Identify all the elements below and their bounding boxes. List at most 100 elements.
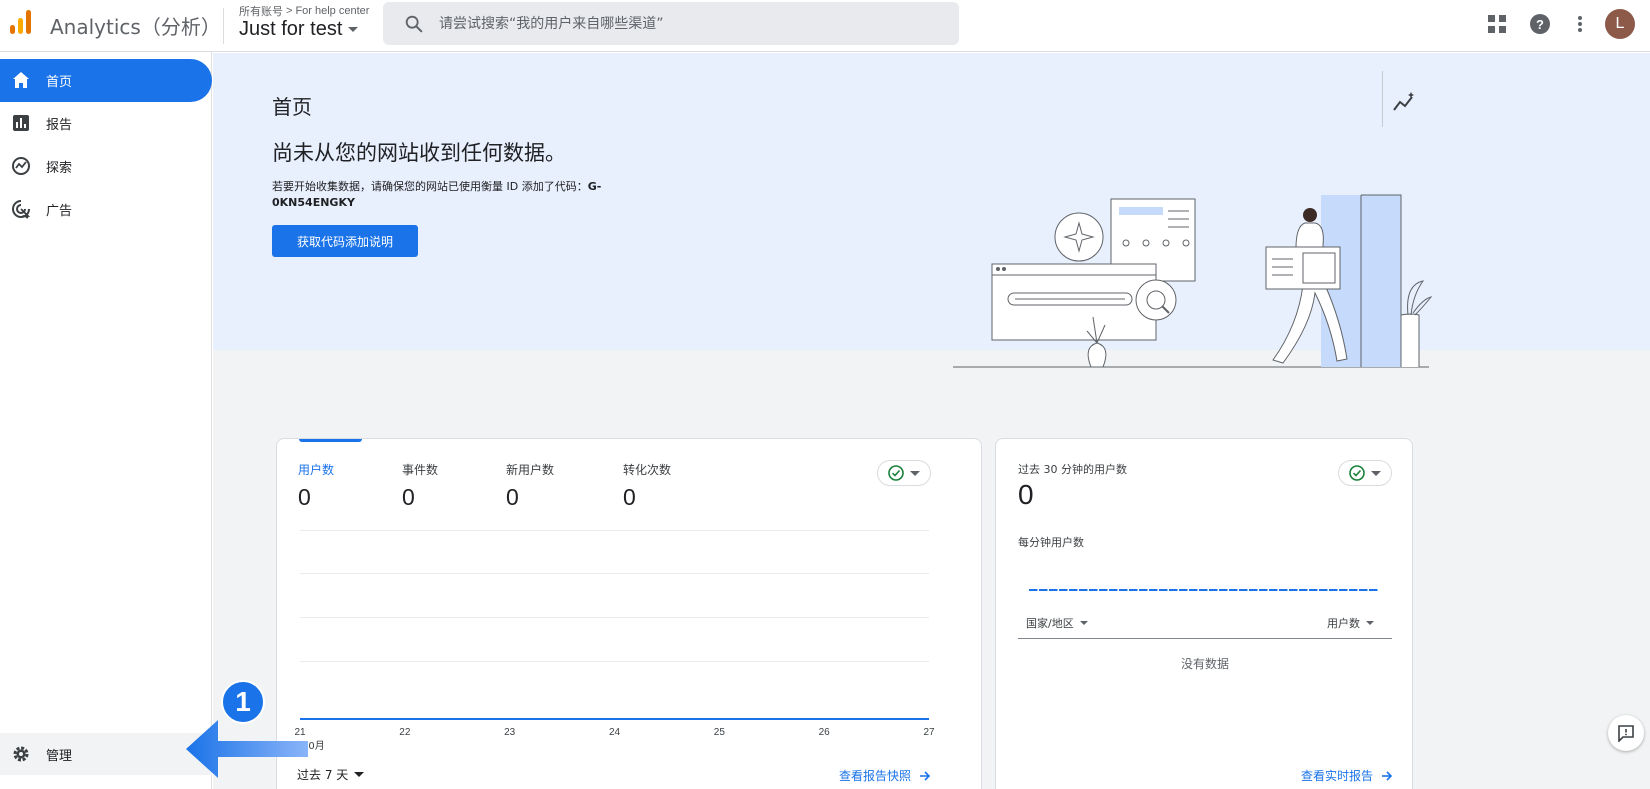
view-realtime-report-link[interactable]: 查看实时报告 xyxy=(1301,767,1393,784)
apps-grid-icon xyxy=(1488,15,1506,33)
hero-heading: 尚未从您的网站收到任何数据。 xyxy=(272,141,566,165)
empty-state-text: 没有数据 xyxy=(1180,657,1229,671)
home-icon xyxy=(13,72,29,88)
metric-label: 转化次数 xyxy=(623,463,672,477)
step-number-badge: 1 xyxy=(221,680,265,724)
x-axis-tick-label: 24 xyxy=(608,727,621,738)
search-icon xyxy=(405,15,423,33)
get-tag-instructions-button[interactable]: 获取代码添加说明 xyxy=(272,225,418,257)
help-button[interactable]: ? xyxy=(1526,10,1554,38)
insights-icon[interactable] xyxy=(1391,90,1417,116)
active-tab-indicator xyxy=(299,439,362,442)
chevron-down-icon xyxy=(1079,621,1088,625)
metric-tab-conversions[interactable]: 转化次数 0 xyxy=(623,461,671,511)
svg-text:?: ? xyxy=(1536,17,1544,32)
chevron-down-icon xyxy=(348,27,359,32)
page-title: 首页 xyxy=(272,95,312,119)
pointer-arrow-icon xyxy=(186,720,308,778)
feedback-button[interactable] xyxy=(1608,715,1644,751)
hero-banner: 首页 尚未从您的网站收到任何数据。 若要开始收集数据，请确保您的网站已使用衡量 … xyxy=(213,53,1650,368)
chevron-down-icon xyxy=(1371,470,1381,476)
analytics-logo-icon[interactable] xyxy=(8,9,34,35)
metric-value: 0 xyxy=(402,484,415,510)
more-vert-icon xyxy=(1578,16,1582,32)
per-minute-bar-chart xyxy=(1029,589,1379,591)
x-axis-tick-label: 25 xyxy=(713,727,725,738)
gear-icon xyxy=(13,746,29,762)
realtime-value: 0 xyxy=(1018,479,1034,510)
sidebar-item-label: 首页 xyxy=(46,75,73,90)
overview-card: 用户数 0 事件数 0 新用户数 0 转化次数 0 21 22 23 24 25… xyxy=(276,438,982,789)
view-report-snapshot-link[interactable]: 查看报告快照 xyxy=(839,767,931,784)
column-label: 用户数 xyxy=(1327,617,1360,630)
sidebar: 首页 报告 探索 广告 管理 xyxy=(0,52,212,789)
x-axis-tick-label: 26 xyxy=(818,727,830,738)
sidebar-item-reports[interactable]: 报告 xyxy=(0,102,212,145)
sidebar-item-label: 广告 xyxy=(46,204,73,219)
more-options-button[interactable] xyxy=(1566,10,1594,38)
chart-gridline xyxy=(300,661,929,662)
hero-description-text: 若要开始收集数据，请确保您的网站已使用衡量 ID 添加了代码： xyxy=(272,180,588,193)
property-selector[interactable]: Just for test xyxy=(239,18,359,41)
column-header-users[interactable]: 用户数 xyxy=(1327,615,1374,631)
empty-state-illustration xyxy=(953,194,1433,368)
realtime-title: 过去 30 分钟的用户数 xyxy=(1018,463,1127,476)
search-input[interactable] xyxy=(439,2,939,45)
column-header-country[interactable]: 国家/地区 xyxy=(1026,615,1088,631)
metric-value: 0 xyxy=(506,484,519,510)
account-breadcrumb[interactable]: 所有账号 > For help center xyxy=(239,3,369,19)
avatar[interactable]: L xyxy=(1605,9,1635,39)
breadcrumb-account[interactable]: 所有账号 xyxy=(239,3,283,19)
x-axis-tick-label: 23 xyxy=(504,727,516,738)
apps-button[interactable] xyxy=(1483,10,1511,38)
chart-gridline xyxy=(300,617,929,618)
sidebar-item-explore[interactable]: 探索 xyxy=(0,145,212,188)
hero-description: 若要开始收集数据，请确保您的网站已使用衡量 ID 添加了代码：G-0KN54EN… xyxy=(272,179,632,211)
data-quality-status-button[interactable] xyxy=(877,460,931,486)
sidebar-item-label: 管理 xyxy=(46,748,73,764)
data-quality-status-button[interactable] xyxy=(1338,460,1392,486)
arrow-forward-icon xyxy=(1382,770,1393,781)
realtime-subtitle: 每分钟用户数 xyxy=(1018,536,1084,549)
series-line-users xyxy=(300,718,929,720)
column-label: 国家/地区 xyxy=(1026,617,1074,630)
hero-divider xyxy=(1382,71,1383,127)
sidebar-item-home[interactable]: 首页 xyxy=(0,59,212,102)
metric-label: 事件数 xyxy=(402,463,439,477)
explore-icon xyxy=(12,157,30,175)
sidebar-item-label: 报告 xyxy=(46,118,73,133)
feedback-icon xyxy=(1618,725,1634,742)
sidebar-item-admin[interactable]: 管理 xyxy=(0,733,212,775)
x-axis-tick-label: 22 xyxy=(399,727,411,738)
table-header-divider xyxy=(1018,638,1392,639)
search-bar[interactable] xyxy=(383,2,959,45)
metric-tab-new-users[interactable]: 新用户数 0 xyxy=(506,461,554,511)
header-divider xyxy=(223,8,224,44)
chevron-down-icon xyxy=(910,470,920,476)
bar-chart-icon xyxy=(13,115,29,131)
chart-gridline xyxy=(300,530,929,531)
metric-tab-users[interactable]: 用户数 0 xyxy=(298,461,334,511)
link-label: 查看实时报告 xyxy=(1301,769,1374,783)
x-axis-tick-label: 27 xyxy=(923,727,935,738)
chevron-down-icon xyxy=(354,772,365,777)
chart-gridline xyxy=(300,573,929,574)
metric-value: 0 xyxy=(298,484,311,510)
realtime-card: 过去 30 分钟的用户数 0 每分钟用户数 国家/地区 用户数 没有数据 查看实… xyxy=(995,438,1413,789)
chevron-down-icon xyxy=(1366,621,1374,625)
help-icon: ? xyxy=(1530,14,1550,34)
arrow-forward-icon xyxy=(920,770,931,781)
app-title: Analytics（分析） xyxy=(50,15,221,39)
breadcrumb-property-group[interactable]: For help center xyxy=(295,5,369,17)
main-content: 首页 尚未从您的网站收到任何数据。 若要开始收集数据，请确保您的网站已使用衡量 … xyxy=(213,53,1650,789)
metric-label: 新用户数 xyxy=(506,463,555,477)
metric-label: 用户数 xyxy=(298,463,335,477)
check-circle-icon xyxy=(1349,465,1365,481)
top-app-bar: Analytics（分析） 所有账号 > For help center Jus… xyxy=(0,0,1650,52)
sidebar-item-label: 探索 xyxy=(46,161,73,176)
metric-tab-events[interactable]: 事件数 0 xyxy=(402,461,438,511)
check-circle-icon xyxy=(888,465,904,481)
sidebar-item-ads[interactable]: 广告 xyxy=(0,188,212,231)
link-label: 查看报告快照 xyxy=(839,769,912,783)
property-name: Just for test xyxy=(239,18,343,40)
